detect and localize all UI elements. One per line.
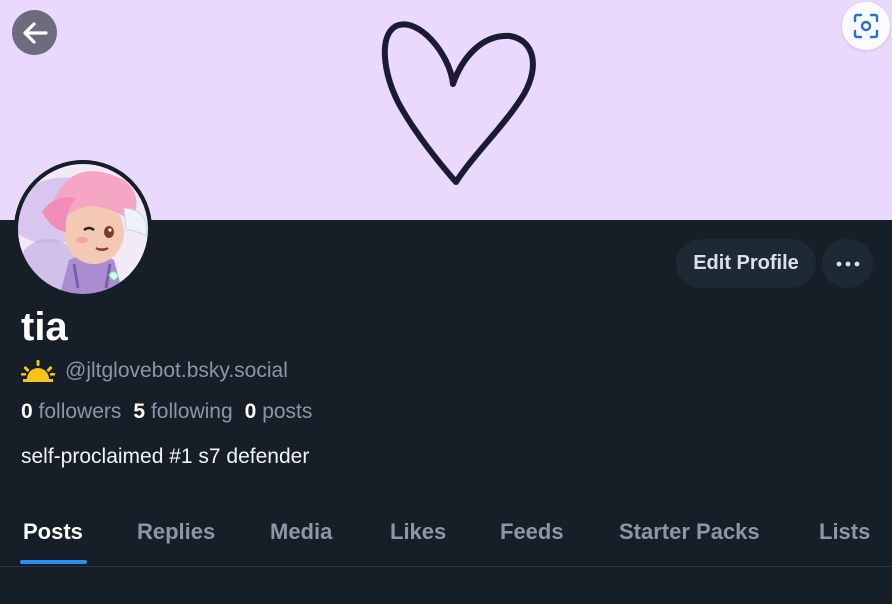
profile-handle: @jltglovebot.bsky.social (65, 359, 288, 382)
following-stat[interactable]: 5 following (133, 400, 232, 424)
tab-replies[interactable]: Replies (137, 519, 215, 545)
tab-starter-packs[interactable]: Starter Packs (619, 519, 760, 545)
edit-banner-button[interactable] (842, 2, 890, 50)
profile-tabs: Posts Replies Media Likes Feeds Starter … (0, 505, 892, 567)
more-options-button[interactable] (822, 239, 873, 288)
posts-stat: 0 posts (245, 400, 313, 424)
followers-count: 0 (21, 400, 33, 423)
scan-icon (853, 13, 879, 39)
tab-media[interactable]: Media (270, 519, 332, 545)
posts-count: 0 (244, 400, 257, 423)
tab-posts[interactable]: Posts (23, 519, 83, 545)
heart-drawing (381, 21, 536, 185)
following-count: 5 (133, 400, 146, 423)
avatar-image (14, 160, 152, 298)
handle-row: @jltglovebot.bsky.social (21, 357, 288, 385)
edit-profile-button[interactable]: Edit Profile (676, 239, 816, 288)
tab-lists[interactable]: Lists (819, 519, 870, 545)
following-label: following (150, 400, 233, 423)
ellipsis-icon (836, 261, 859, 266)
avatar[interactable] (14, 160, 152, 298)
display-name: tia (21, 305, 68, 349)
posts-label: posts (262, 400, 313, 423)
back-button[interactable] (12, 10, 57, 55)
sunrise-icon (21, 360, 55, 382)
profile-stats: 0 followers 5 following 0 posts (21, 398, 324, 426)
arrow-left-icon (22, 21, 48, 44)
followers-label: followers (38, 400, 122, 423)
followers-stat[interactable]: 0 followers (21, 400, 121, 424)
tab-feeds[interactable]: Feeds (500, 519, 564, 545)
profile-bio: self-proclaimed #1 s7 defender (21, 445, 310, 468)
tab-likes[interactable]: Likes (390, 519, 446, 545)
active-tab-indicator (20, 560, 87, 564)
